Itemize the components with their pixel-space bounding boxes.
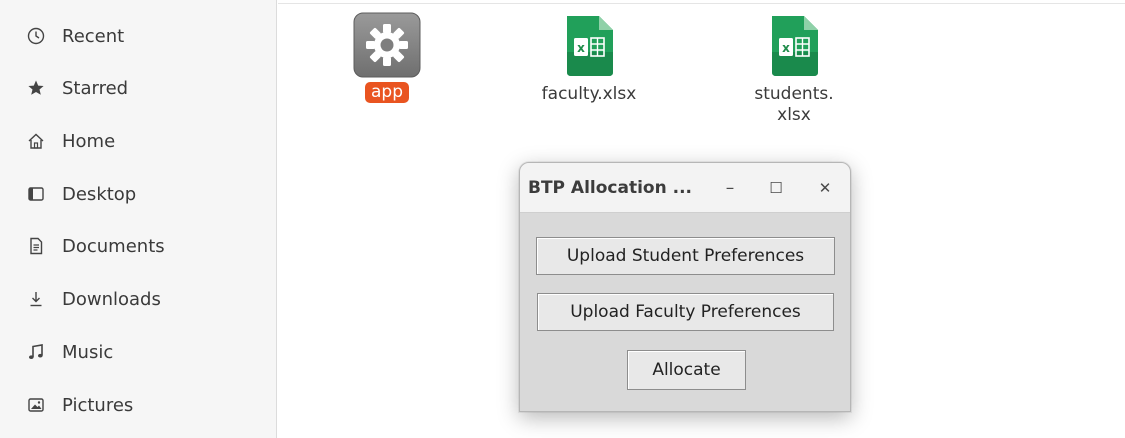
home-icon (26, 131, 46, 151)
document-icon (26, 236, 46, 256)
spreadsheet-icon: x (554, 12, 624, 78)
file-name: students. xlsx (754, 84, 834, 125)
sidebar-item-downloads[interactable]: Downloads (0, 277, 276, 321)
minimize-icon: – (725, 178, 735, 198)
clock-icon (26, 26, 46, 46)
upload-student-preferences-button[interactable]: Upload Student Preferences (536, 237, 835, 275)
file-name: faculty.xlsx (541, 84, 637, 104)
sidebar: Recent Starred Home Desktop Documents Do… (0, 0, 277, 438)
download-icon (26, 289, 46, 309)
sidebar-item-music[interactable]: Music (0, 330, 276, 374)
sidebar-item-pictures[interactable]: Pictures (0, 383, 276, 427)
dialog-title: BTP Allocation ... (528, 178, 692, 198)
file-item-faculty-xlsx[interactable]: x faculty.xlsx (529, 12, 649, 105)
sidebar-item-recent[interactable]: Recent (0, 14, 276, 58)
sidebar-item-home[interactable]: Home (0, 119, 276, 163)
divider (278, 3, 1125, 4)
picture-icon (26, 395, 46, 415)
dialog-titlebar[interactable]: BTP Allocation ... – ☐ ✕ (520, 163, 850, 213)
close-button[interactable]: ✕ (812, 175, 838, 201)
maximize-button[interactable]: ☐ (763, 175, 789, 201)
sidebar-item-label: Documents (62, 235, 165, 257)
upload-faculty-preferences-button[interactable]: Upload Faculty Preferences (537, 293, 834, 331)
spreadsheet-icon: x (759, 12, 829, 78)
sidebar-item-label: Pictures (62, 394, 134, 416)
music-icon (26, 342, 46, 362)
allocate-button[interactable]: Allocate (627, 350, 746, 390)
file-item-app[interactable]: app (327, 12, 447, 103)
svg-text:x: x (577, 41, 585, 55)
star-icon (26, 78, 46, 98)
desktop-icon (26, 184, 46, 204)
gear-icon (352, 12, 422, 78)
sidebar-item-label: Home (62, 130, 116, 152)
sidebar-item-label: Desktop (62, 183, 137, 205)
sidebar-item-label: Downloads (62, 288, 161, 310)
maximize-icon: ☐ (769, 179, 783, 197)
minimize-button[interactable]: – (717, 175, 743, 201)
allocation-dialog: BTP Allocation ... – ☐ ✕ Upload Student … (519, 162, 851, 412)
file-name: app (365, 82, 409, 103)
sidebar-item-label: Recent (62, 25, 125, 47)
file-item-students-xlsx[interactable]: x students. xlsx (734, 12, 854, 126)
sidebar-item-desktop[interactable]: Desktop (0, 172, 276, 216)
sidebar-item-documents[interactable]: Documents (0, 224, 276, 268)
svg-text:x: x (782, 41, 790, 55)
close-icon: ✕ (818, 179, 832, 197)
sidebar-item-starred[interactable]: Starred (0, 66, 276, 110)
sidebar-item-label: Starred (62, 77, 129, 99)
sidebar-item-label: Music (62, 341, 114, 363)
